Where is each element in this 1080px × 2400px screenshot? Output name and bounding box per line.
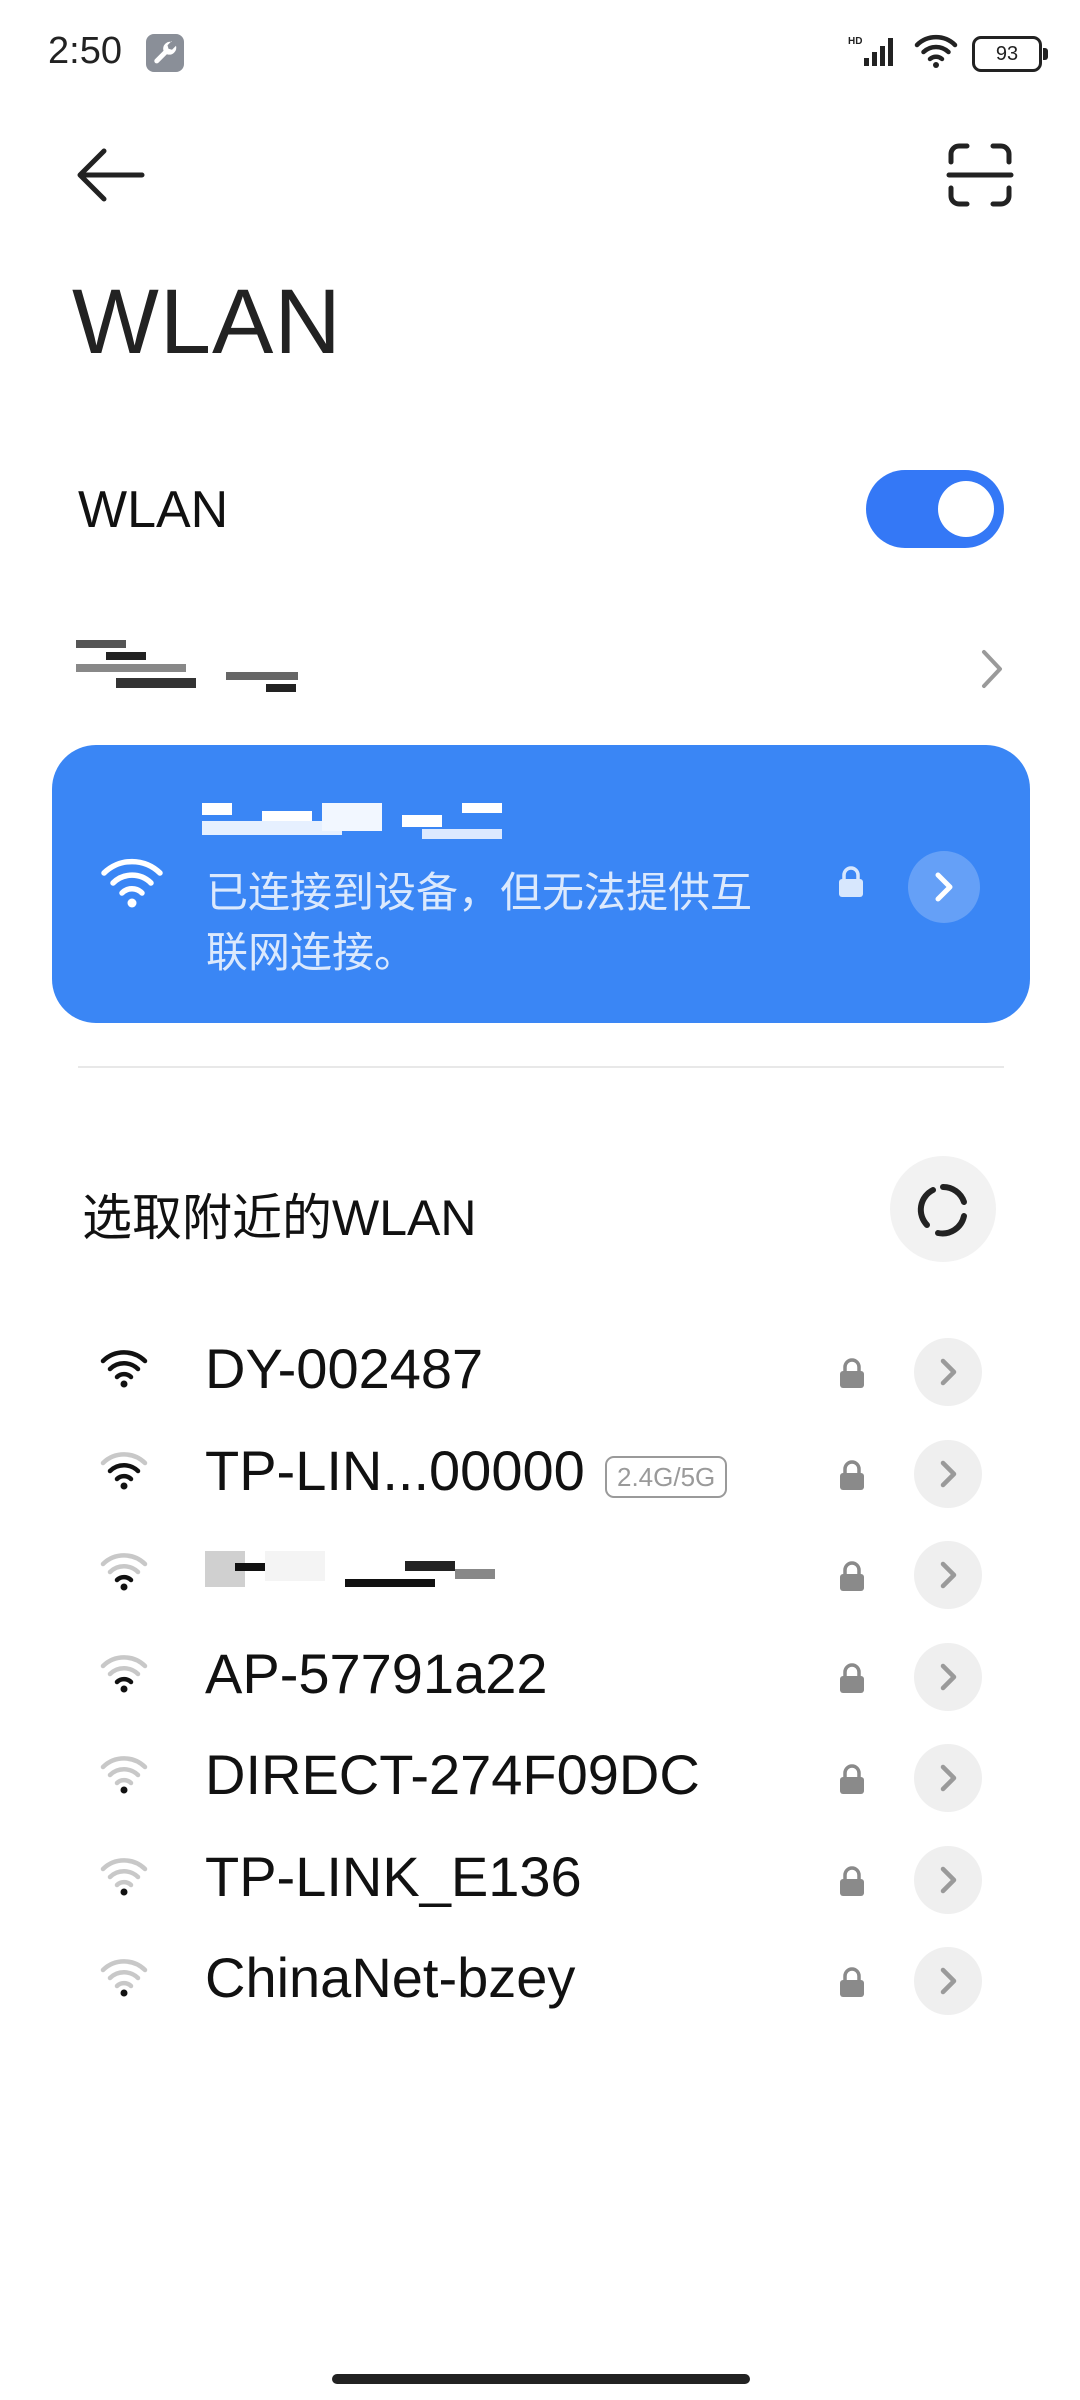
- connected-network-details-button[interactable]: [908, 851, 980, 923]
- chevron-right-icon: [940, 1460, 957, 1487]
- network-details-button[interactable]: [914, 1439, 982, 1508]
- connection-status-text: 已连接到设备，但无法提供互联网连接。: [206, 869, 753, 976]
- chevron-right-icon: [940, 1561, 957, 1589]
- network-row[interactable]: ChinaNet-bzey: [0, 1919, 1080, 2039]
- lock-icon: [838, 1662, 866, 1700]
- wifi-signal-icon: [100, 1754, 148, 1799]
- refresh-icon: [917, 1183, 967, 1237]
- page-title: WLAN: [72, 271, 342, 373]
- connected-network-name-redacted: [202, 799, 502, 845]
- home-indicator[interactable]: [332, 2374, 750, 2384]
- chevron-right-icon: [940, 1967, 957, 1995]
- network-name: AP-57791a22: [205, 1641, 548, 1705]
- redacted-label: [76, 640, 298, 694]
- lock-icon: [838, 1967, 866, 2004]
- lock-icon: [838, 1865, 866, 1903]
- wifi-signal-icon: [100, 1856, 148, 1901]
- wifi-status-icon: [914, 34, 958, 73]
- network-name-redacted: [205, 1545, 545, 1595]
- chevron-right-icon: [940, 1358, 957, 1386]
- lock-icon: [838, 1764, 866, 1801]
- connected-network-card[interactable]: 已连接到设备，但无法提供互联网连接。: [52, 745, 1030, 1023]
- wifi-signal-icon: [101, 858, 163, 908]
- nearby-networks-heading: 选取附近的WLAN: [82, 1190, 477, 1246]
- lock-icon: [838, 1561, 866, 1598]
- toggle-knob: [938, 481, 994, 537]
- wifi-signal-icon: [100, 1957, 148, 2002]
- wifi-signal-icon: [100, 1348, 148, 1393]
- network-details-button[interactable]: [914, 1845, 982, 1914]
- cellular-signal-icon: HD: [848, 34, 900, 73]
- chevron-right-icon: [940, 1663, 957, 1690]
- wifi-signal-icon: [100, 1653, 148, 1698]
- chevron-right-icon: [935, 872, 953, 902]
- network-name: ChinaNet-bzey: [205, 1946, 576, 2009]
- scan-button[interactable]: [945, 140, 1015, 210]
- saved-networks-row[interactable]: [72, 620, 1012, 720]
- wlan-toggle-switch[interactable]: [866, 470, 1004, 548]
- status-time: 2:50: [48, 30, 122, 72]
- battery-indicator: 93: [972, 35, 1048, 72]
- qr-scan-icon: [946, 143, 1014, 207]
- band-badge: 2.4G/5G: [605, 1455, 728, 1498]
- lock-icon: [839, 866, 863, 897]
- chevron-right-icon: [982, 650, 1002, 688]
- network-details-button[interactable]: [914, 1947, 982, 2015]
- divider: [78, 1066, 1004, 1068]
- network-name: TP-LINK_E136: [205, 1844, 582, 1908]
- network-details-button[interactable]: [914, 1541, 982, 1609]
- wifi-signal-icon: [100, 1450, 148, 1495]
- lock-icon: [838, 1358, 866, 1395]
- lock-icon: [838, 1459, 866, 1497]
- network-details-button[interactable]: [914, 1744, 982, 1812]
- wlan-toggle-label: WLAN: [78, 481, 229, 539]
- network-details-button[interactable]: [914, 1642, 982, 1711]
- chevron-right-icon: [940, 1764, 957, 1792]
- chevron-right-icon: [940, 1866, 957, 1893]
- arrow-left-icon: [77, 148, 145, 202]
- network-details-button[interactable]: [914, 1338, 982, 1406]
- svg-text:HD: HD: [848, 36, 862, 47]
- network-name: TP-LIN...00000: [205, 1438, 585, 1502]
- network-name: DIRECT-274F09DC: [205, 1743, 700, 1806]
- back-button[interactable]: [72, 140, 152, 210]
- network-name: DY-002487: [205, 1337, 484, 1400]
- wifi-signal-icon: [100, 1551, 148, 1596]
- status-icons: HD 93: [848, 34, 1048, 73]
- refresh-button[interactable]: [890, 1156, 996, 1262]
- wrench-icon: [146, 34, 184, 72]
